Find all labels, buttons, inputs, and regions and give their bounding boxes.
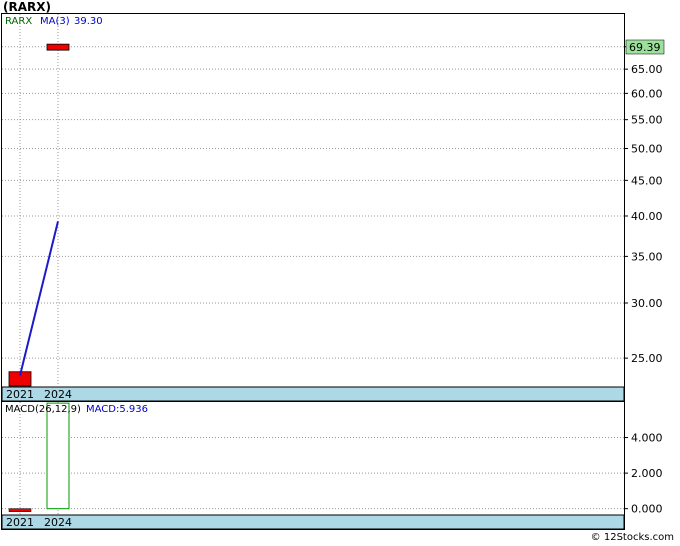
macd-y-tick-label: 0.000 bbox=[631, 503, 663, 516]
legend-ma-label: MA(3) bbox=[40, 16, 70, 27]
price-y-tick-label: 50.00 bbox=[631, 142, 663, 155]
price-y-axis: 25.00 30.00 35.00 40.00 45.00 50.00 55.00 60.00… bbox=[624, 41, 663, 365]
price-y-tick-label: 40.00 bbox=[631, 210, 663, 223]
macd-panel-frame bbox=[1, 401, 625, 530]
macd-bar-2021 bbox=[8, 508, 32, 512]
macd-bar-2024 bbox=[46, 402, 70, 510]
price-y-tick-label: 25.00 bbox=[631, 352, 663, 365]
macd-y-axis: 0.000 2.000 4.000 bbox=[624, 432, 663, 516]
legend-ticker: RARX bbox=[5, 16, 32, 27]
macd-x-tick-label: 2024 bbox=[44, 516, 72, 529]
price-y-tick-label: 45.00 bbox=[631, 174, 663, 187]
footer-credit: © 12Stocks.com bbox=[590, 532, 674, 543]
price-y-tick-label: 60.00 bbox=[631, 87, 663, 100]
macd-date-band bbox=[1, 514, 625, 530]
price-panel-frame bbox=[1, 13, 625, 402]
price-y-tick-label: 30.00 bbox=[631, 297, 663, 310]
price-x-tick-label: 2024 bbox=[44, 388, 72, 401]
price-y-tick-label: 65.00 bbox=[631, 63, 663, 76]
legend-macd-label: MACD(26,12,9) bbox=[5, 404, 81, 415]
macd-y-tick-label: 4.000 bbox=[631, 432, 663, 445]
price-date-band bbox=[1, 386, 625, 402]
last-price-label: 69.39 bbox=[629, 41, 661, 54]
price-x-tick-label: 2021 bbox=[6, 388, 34, 401]
macd-x-tick-label: 2021 bbox=[6, 516, 34, 529]
macd-y-tick-label: 2.000 bbox=[631, 467, 663, 480]
legend-macd-value: MACD:5.936 bbox=[86, 404, 148, 415]
price-y-tick-label: 35.00 bbox=[631, 250, 663, 263]
legend-ma-value: 39.30 bbox=[74, 16, 103, 27]
candle-2024 bbox=[46, 43, 70, 51]
stock-chart: 25.00 30.00 35.00 40.00 45.00 50.00 55.00 60.00… bbox=[1, 13, 665, 530]
price-y-tick-label: 55.00 bbox=[631, 114, 663, 127]
